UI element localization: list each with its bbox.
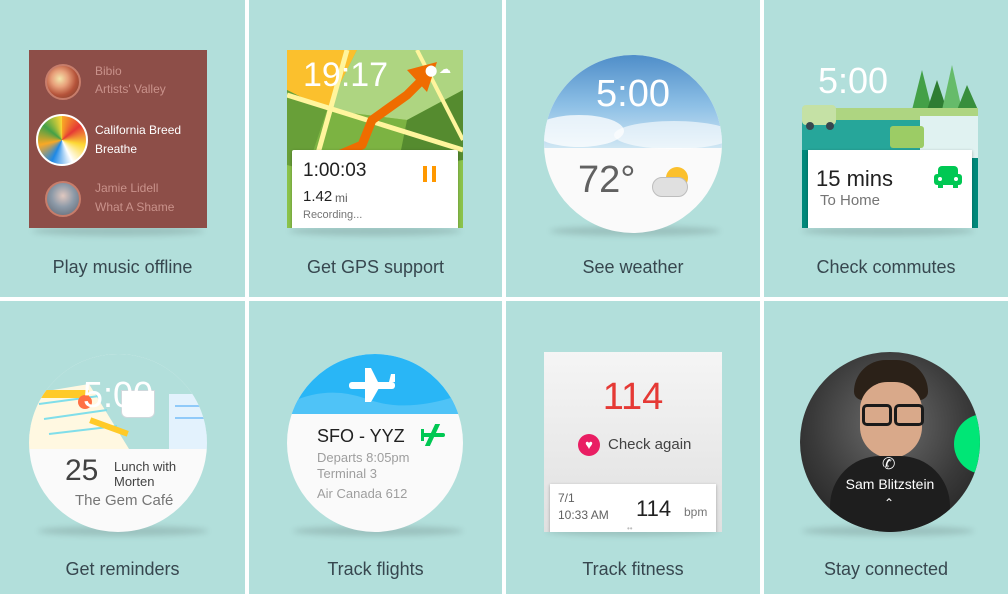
commute-card[interactable]: 15 mins To Home [808,150,972,228]
pause-icon[interactable] [423,166,437,182]
feature-caption: Track flights [327,559,424,579]
car-icon [934,166,962,188]
feature-caption: Track fitness [582,559,684,579]
airplane-icon [421,424,447,446]
music-watch-face: Bibio Artists' Valley California Breed B… [29,50,207,228]
chevron-up-icon[interactable]: ⌃ [884,496,894,510]
track-title: Artists' Valley [95,82,166,96]
flight-watch-face: SFO - YYZ Departs 8:05pm Terminal 3 Air … [287,354,463,532]
location-pin-icon: ⬤ [425,65,438,77]
album-art-jamie-lidell-icon [45,181,81,217]
album-art-bibio-icon [45,64,81,100]
bpm-unit: bpm [684,505,708,519]
gps-clock: 19:17 [303,56,389,94]
weather-watch-face: 5:00 72° [544,55,722,233]
feature-grid: Bibio Artists' Valley California Breed B… [0,0,1008,594]
feature-caption: Check commutes [816,257,956,277]
contact-name: Sam Blitzstein [845,476,935,492]
reminder-watch-face: 5:00 25 Lunch with Morten The Gem Café [29,354,207,532]
reminder-day: 25 [65,454,99,487]
distance-unit: mi [335,191,348,205]
flight-departs: Departs 8:05pm [317,450,410,465]
commute-clock: 5:00 [818,60,889,101]
bpm-value: 114 [636,496,672,521]
elapsed-time: 1:00:03 [303,160,367,181]
feature-card-weather[interactable]: 5:00 72° See weather [506,0,760,297]
flight-terminal: Terminal 3 [317,466,377,481]
partly-cloudy-icon [652,167,692,197]
reminder-title: Lunch with Morten [114,459,176,489]
commute-watch-face: 5:00 15 mins To Home [802,50,978,228]
feature-caption: Get reminders [65,559,180,579]
feature-card-commute[interactable]: 5:00 15 mins To Home Check commutes [764,0,1008,297]
reminder-title-line: Lunch with [114,459,177,474]
temperature: 72° [578,159,636,201]
track-artist: Bibio [95,64,122,78]
gps-activity-card[interactable]: 1:00:03 1.42 mi Recording... [292,150,458,228]
contact-watch-face: ✆ Sam Blitzstein ⌃ [800,352,980,532]
gps-watch-face: 19:17 ⬤ ☁ 1:00:03 1.42 mi Recording... [287,50,463,228]
flight-route: SFO - YYZ [317,426,405,446]
feature-card-music[interactable]: Bibio Artists' Valley California Breed B… [0,0,245,297]
album-art-california-breed-icon [36,114,88,166]
reminder-place: The Gem Café [75,492,174,509]
commute-duration: 15 mins [816,166,894,191]
answer-call-button[interactable] [954,414,980,474]
page-indicator: •• [627,524,633,532]
heart-rate-value: 114 [602,376,664,418]
reminder-clock: 5:00 [82,374,154,415]
commute-destination: To Home [820,192,881,209]
feature-card-flight[interactable]: SFO - YYZ Departs 8:05pm Terminal 3 Air … [249,301,502,594]
reading-date: 7/1 [558,491,575,505]
track-title: What A Shame [95,200,175,214]
track-artist: Jamie Lidell [95,181,159,195]
feature-caption: Stay connected [823,559,949,579]
flight-airline: Air Canada 612 [317,486,408,501]
weather-clock: 5:00 [596,73,670,115]
feature-card-fitness[interactable]: 114 ♥ Check again 7/1 10:33 AM 114 bpm •… [506,301,760,594]
reading-time: 10:33 AM [558,508,609,522]
fitness-watch-face: 114 ♥ Check again 7/1 10:33 AM 114 bpm •… [544,352,722,532]
feature-caption: Get GPS support [306,257,445,277]
cloud-off-icon: ☁ [439,62,451,76]
feature-card-gps[interactable]: 19:17 ⬤ ☁ 1:00:03 1.42 mi Recording... G… [249,0,502,297]
feature-caption: Play music offline [52,257,193,277]
feature-card-reminder[interactable]: 5:00 25 Lunch with Morten The Gem Café G… [0,301,245,594]
recording-status: Recording... [303,209,363,221]
phone-icon: ✆ [882,456,896,473]
heart-icon[interactable]: ♥ [578,434,600,456]
reminder-title-line: Morten [114,474,155,489]
track-artist: California Breed [95,123,182,137]
airplane-illustration [287,368,463,414]
check-again-button[interactable]: Check again [608,436,691,453]
feature-caption: See weather [582,257,684,277]
distance-value: 1.42 [303,188,333,205]
feature-card-contact[interactable]: ✆ Sam Blitzstein ⌃ Stay connected [764,301,1008,594]
track-title: Breathe [95,142,138,156]
